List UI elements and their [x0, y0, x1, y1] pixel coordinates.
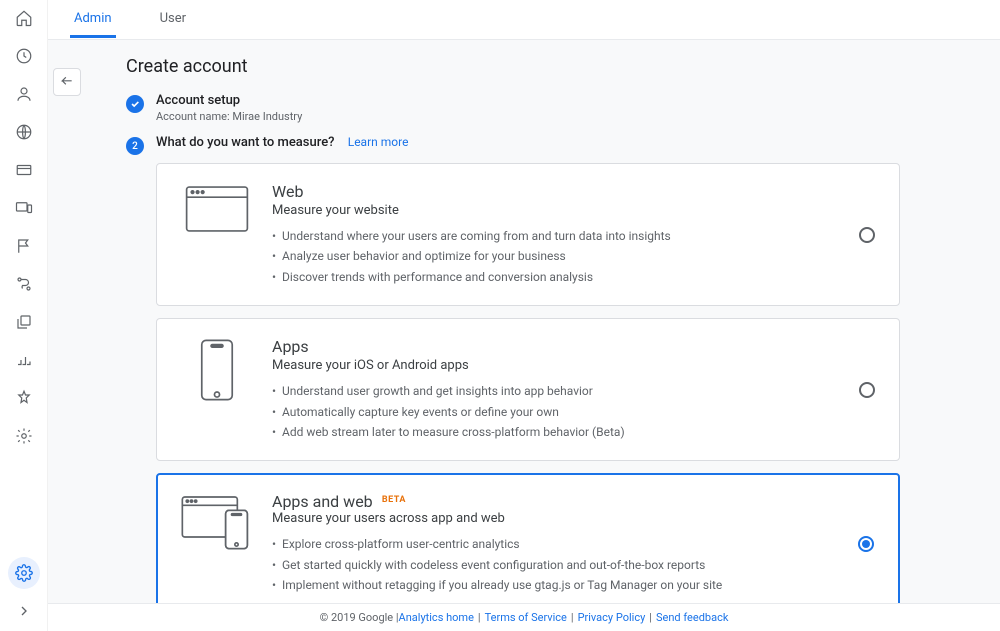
left-nav-rail	[0, 0, 48, 631]
web-icon	[179, 182, 254, 236]
page-body: Create account Account setup Account nam…	[48, 40, 1000, 631]
option-apps-bullet: Understand user growth and get insights …	[272, 381, 877, 401]
step-account-setup: Account setup Account name: Mirae Indust…	[126, 93, 1000, 123]
main-content: Admin User Create account Account setup	[48, 0, 1000, 631]
learn-more-link[interactable]: Learn more	[348, 135, 409, 149]
footer-privacy-link[interactable]: Privacy Policy	[578, 611, 646, 624]
collapse-chevron-icon[interactable]	[12, 599, 36, 623]
option-apps-bullet: Automatically capture key events or defi…	[272, 402, 877, 422]
footer-feedback-link[interactable]: Send feedback	[656, 611, 728, 624]
library-icon[interactable]	[12, 310, 36, 334]
option-web-bullet: Analyze user behavior and optimize for y…	[272, 246, 877, 266]
option-combo-bullet: Explore cross-platform user-centric anal…	[272, 534, 877, 554]
footer-terms-link[interactable]: Terms of Service	[485, 611, 567, 624]
back-button[interactable]	[53, 68, 81, 96]
option-apps-title: Apps	[272, 337, 877, 356]
separator: |	[571, 611, 574, 624]
step2-indicator: 2	[126, 137, 144, 155]
path-icon[interactable]	[12, 272, 36, 296]
explore-icon[interactable]	[12, 386, 36, 410]
option-combo-subtitle: Measure your users across app and web	[272, 511, 877, 526]
step2-title: What do you want to measure?	[156, 135, 335, 150]
option-apps[interactable]: Apps Measure your iOS or Android apps Un…	[156, 318, 900, 461]
globe-icon[interactable]	[12, 120, 36, 144]
footer-analytics-home-link[interactable]: Analytics home	[399, 611, 474, 624]
step1-subtitle: Account name: Mirae Industry	[156, 110, 1000, 123]
step-measure: 2 What do you want to measure? Learn mor…	[126, 135, 1000, 155]
clock-icon[interactable]	[12, 44, 36, 68]
devices-icon[interactable]	[12, 196, 36, 220]
separator: |	[478, 611, 481, 624]
apps-icon	[179, 337, 254, 403]
option-combo-bullet: Get started quickly with codeless event …	[272, 555, 877, 575]
beta-badge: BETA	[382, 495, 406, 505]
option-apps-bullet: Add web stream later to measure cross-pl…	[272, 422, 877, 442]
card-icon[interactable]	[12, 158, 36, 182]
check-icon	[126, 95, 144, 113]
step1-title: Account setup	[156, 93, 1000, 108]
option-web[interactable]: Web Measure your website Understand wher…	[156, 163, 900, 306]
option-combo-title: Apps and web	[272, 492, 373, 511]
gear-icon-small[interactable]	[12, 424, 36, 448]
home-icon[interactable]	[12, 6, 36, 30]
option-web-title: Web	[272, 182, 877, 201]
footer: © 2019 Google | Analytics home | Terms o…	[48, 603, 1000, 631]
user-icon[interactable]	[12, 82, 36, 106]
radio-apps[interactable]	[859, 382, 875, 398]
option-web-bullet: Understand where your users are coming f…	[272, 226, 877, 246]
option-apps-subtitle: Measure your iOS or Android apps	[272, 358, 877, 373]
option-apps-web[interactable]: Apps and web BETA Measure your users acr…	[156, 473, 900, 614]
options-container: Web Measure your website Understand wher…	[156, 163, 900, 615]
apps-web-icon	[179, 492, 254, 552]
tab-user[interactable]: User	[156, 1, 190, 38]
settings-gear-icon[interactable]	[8, 557, 40, 589]
option-combo-bullet: Implement without retagging if you alrea…	[272, 575, 877, 595]
option-web-subtitle: Measure your website	[272, 203, 877, 218]
option-web-bullet: Discover trends with performance and con…	[272, 267, 877, 287]
tab-admin[interactable]: Admin	[70, 1, 116, 38]
footer-copyright: © 2019 Google |	[320, 611, 399, 624]
flag-icon[interactable]	[12, 234, 36, 258]
radio-apps-web[interactable]	[858, 536, 874, 552]
radio-web[interactable]	[859, 227, 875, 243]
separator: |	[649, 611, 652, 624]
top-tabs: Admin User	[48, 0, 1000, 40]
attribution-icon[interactable]	[12, 348, 36, 372]
page-title: Create account	[126, 56, 1000, 77]
